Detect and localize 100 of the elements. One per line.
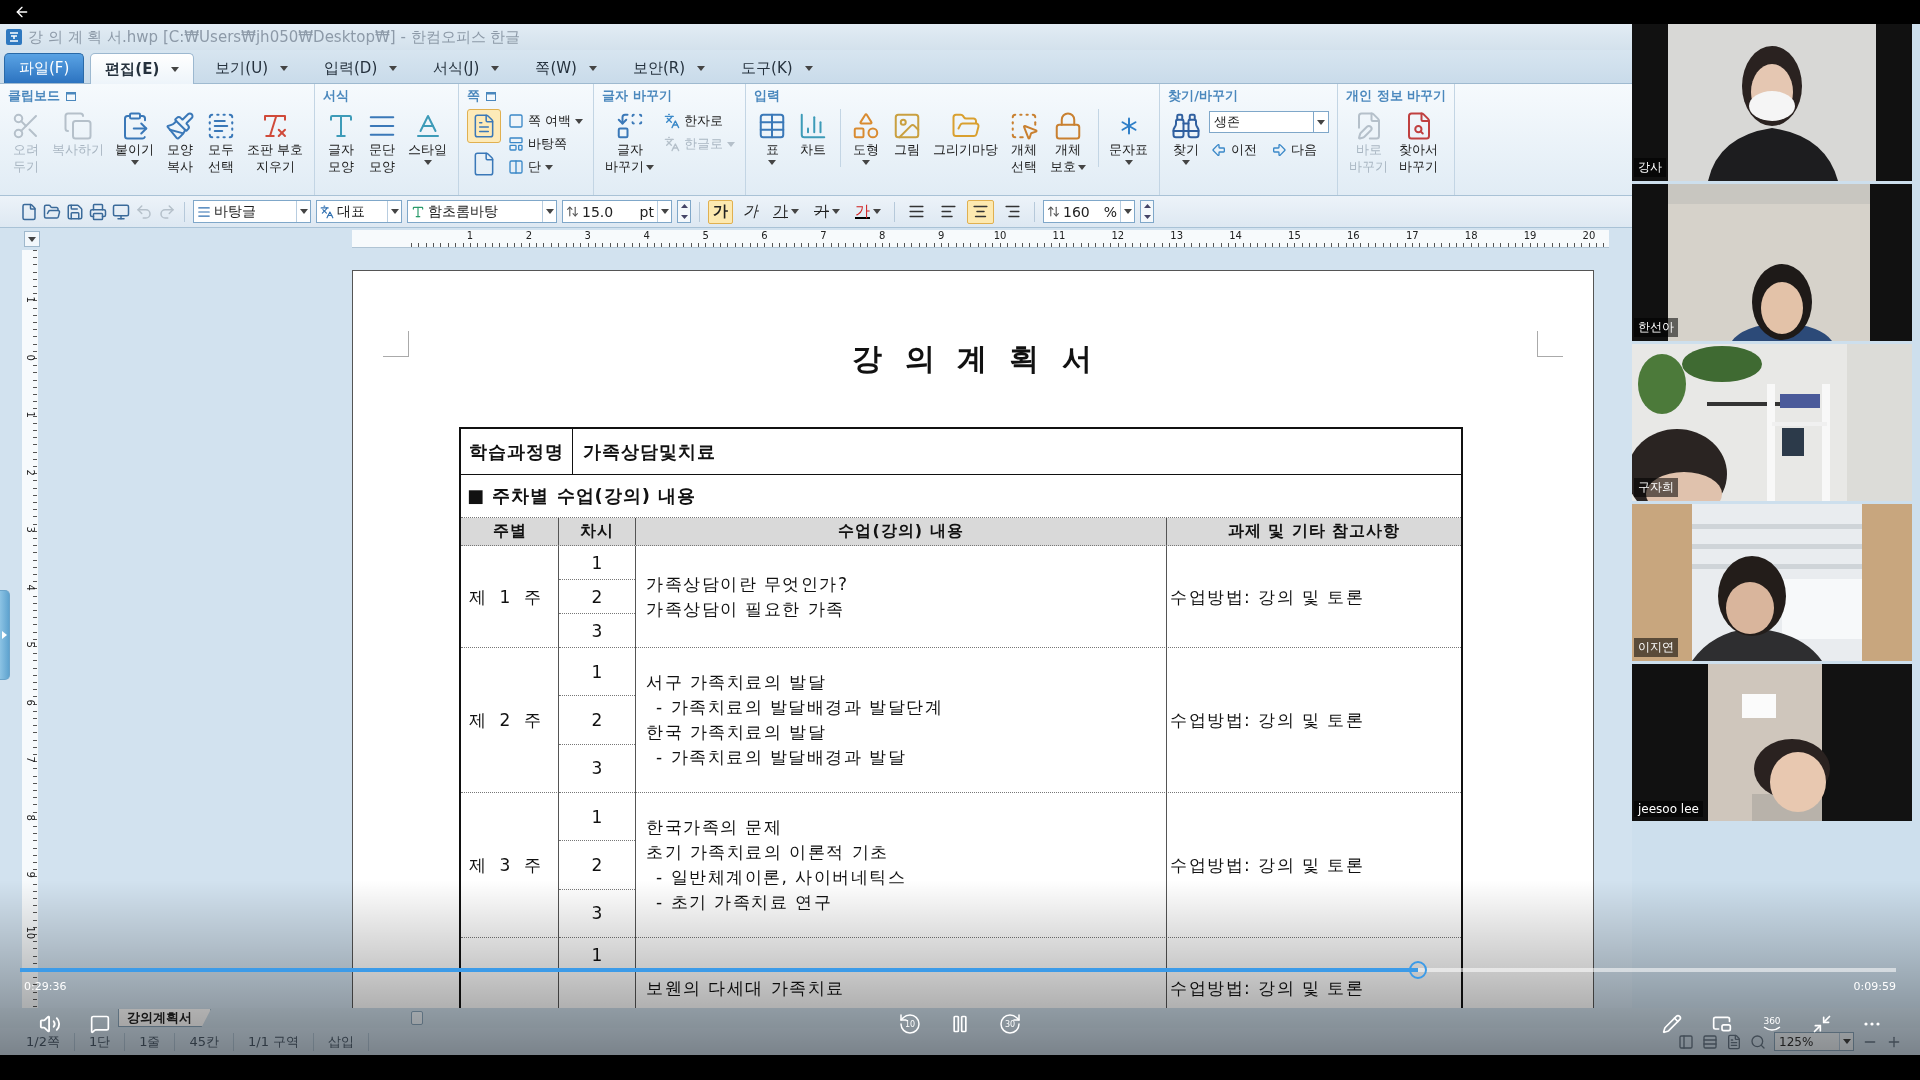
ribbon-small-button[interactable]: 쪽 여백 xyxy=(506,111,586,131)
print-button[interactable] xyxy=(89,202,107,221)
up-arrow-icon xyxy=(1143,204,1151,209)
ribbon-small-button[interactable]: 바탕쪽 xyxy=(506,134,586,154)
ruler-corner-button[interactable] xyxy=(24,231,40,247)
page-view-icon[interactable] xyxy=(1678,1033,1694,1050)
page-button[interactable] xyxy=(467,109,502,143)
ribbon-small-button[interactable]: 단 xyxy=(506,157,586,177)
table-cell-text: 한국 가족치료의 발달 xyxy=(646,721,828,745)
ribbon-button[interactable]: 그리기마당 xyxy=(930,109,1002,160)
object-select-icon xyxy=(1009,111,1040,141)
table-cell-text: - 가족치료의 발달배경과 발달 xyxy=(655,746,908,770)
font-dropdown[interactable]: 함초롬바탕 xyxy=(407,200,557,223)
rows-view-icon[interactable] xyxy=(1702,1033,1718,1050)
ribbon-button[interactable]: 모양 복사 xyxy=(162,109,198,177)
table-cell-text: 한국가족의 문제 xyxy=(646,816,784,840)
group-title: 쪽 xyxy=(467,87,481,105)
format-button[interactable]: 가 xyxy=(708,199,733,224)
ribbon-small-button[interactable]: 이전 xyxy=(1209,140,1260,160)
language-dropdown[interactable]: 대표 xyxy=(316,200,402,223)
caret-icon xyxy=(862,159,871,165)
caret-icon xyxy=(832,209,840,214)
status-item: 45칸 xyxy=(175,1032,235,1051)
corner-mark xyxy=(383,331,409,357)
ribbon-button[interactable]: 조판 부호 지우기 xyxy=(244,109,307,177)
caret-icon xyxy=(280,66,288,71)
ribbon-button[interactable]: 차트 xyxy=(795,109,832,160)
progress-handle[interactable] xyxy=(1408,961,1427,979)
style-dropdown[interactable]: 바탕글 xyxy=(193,200,311,223)
back-button[interactable] xyxy=(14,4,30,20)
arc-icon xyxy=(1763,1025,1781,1032)
save-icon xyxy=(66,202,84,221)
ribbon-button[interactable]: 개체 보호 xyxy=(1047,109,1090,177)
open-button[interactable] xyxy=(43,202,61,221)
group-title: 개인 정보 바꾸기 xyxy=(1346,87,1447,105)
menu-tab[interactable]: 쪽(W) xyxy=(520,53,612,83)
ribbon-button[interactable]: 도형 xyxy=(840,109,885,167)
table-cell: 제 2 주 xyxy=(461,648,559,793)
menu-tab[interactable]: 보안(R) xyxy=(617,53,721,83)
group-options-icon[interactable] xyxy=(486,91,497,101)
format-button[interactable]: 가 xyxy=(768,199,804,224)
ribbon-button[interactable]: 글자 모양 xyxy=(323,109,360,177)
ribbon-button[interactable]: 개체 선택 xyxy=(1006,109,1043,177)
ribbon-button[interactable]: 그림 xyxy=(889,109,926,160)
back-arrow-icon xyxy=(14,4,30,20)
group-options-icon[interactable] xyxy=(66,91,76,101)
ribbon-button[interactable]: 찾아서 바꾸기 xyxy=(1396,109,1442,177)
caret-icon xyxy=(389,66,398,71)
line-spacing-field[interactable]: 160 % xyxy=(1043,200,1135,223)
align-button[interactable] xyxy=(967,199,994,224)
panel-toggle[interactable] xyxy=(0,590,10,680)
ribbon-small-button[interactable]: 다음 xyxy=(1269,140,1320,160)
paintbrush-icon xyxy=(165,111,195,141)
caret-icon xyxy=(873,209,881,214)
pause-icon xyxy=(950,1014,970,1034)
table-cell: 1 xyxy=(559,546,635,580)
ribbon-button[interactable]: 글자 바꾸기 xyxy=(602,109,658,177)
column-header: 과제 및 기타 참고사항 xyxy=(1226,520,1402,542)
scrollbar-thumb[interactable] xyxy=(411,1011,423,1025)
ribbon-button[interactable]: 문자표 xyxy=(1098,109,1152,167)
preview-button[interactable] xyxy=(112,202,130,221)
ribbon-button[interactable]: 찾기 xyxy=(1168,109,1205,167)
menu-tab[interactable]: 서식(J) xyxy=(418,53,515,83)
save-button[interactable] xyxy=(66,202,84,221)
ribbon-button[interactable]: 스타일 xyxy=(405,109,451,167)
search-field[interactable]: 생존 xyxy=(1209,111,1314,133)
sheet-tab[interactable]: 강의계획서 xyxy=(118,1009,211,1027)
caret-icon xyxy=(390,209,399,214)
caret-icon xyxy=(791,209,799,214)
caret-icon xyxy=(1317,119,1326,125)
remaining-time: 0:09:59 xyxy=(1853,980,1896,993)
layout-icon xyxy=(508,136,525,152)
format-button[interactable]: 가 xyxy=(738,199,763,224)
app-icon xyxy=(6,29,22,45)
menu-tab[interactable]: 보기(U) xyxy=(200,53,303,83)
spin-button[interactable] xyxy=(677,200,691,223)
zoom-icon[interactable] xyxy=(1750,1033,1766,1050)
menu-tab[interactable]: 편집(E) xyxy=(90,53,195,84)
group-title: 입력 xyxy=(754,87,781,105)
page-icon[interactable] xyxy=(1726,1033,1742,1050)
caret-icon xyxy=(768,159,777,165)
draw-button[interactable] xyxy=(1660,1012,1684,1036)
format-button[interactable]: 가 xyxy=(809,199,845,224)
format-button[interactable]: 가 xyxy=(850,199,886,224)
font-size-field[interactable]: 15.0 pt xyxy=(562,200,672,223)
table-cell-text: 가족상담및치료 xyxy=(582,439,716,464)
zoom-dropdown[interactable]: 125% xyxy=(1774,1032,1854,1051)
ribbon-small-button[interactable]: 한자로 xyxy=(662,111,738,131)
ribbon-button[interactable]: 붙이기 xyxy=(112,109,157,167)
menu-tab[interactable]: 입력(D) xyxy=(309,53,413,83)
ribbon-button[interactable]: 모두 선택 xyxy=(203,109,239,177)
ribbon-button[interactable]: 문단 모양 xyxy=(364,109,401,177)
table-cell: 수업방법: 강의 및 토론 xyxy=(1170,977,1365,1000)
ribbon-button[interactable]: 표 xyxy=(754,109,791,167)
menu-tab[interactable]: 도구(K) xyxy=(726,53,828,83)
spin-button[interactable] xyxy=(1140,200,1154,223)
caret-icon xyxy=(423,159,432,165)
menu-tab[interactable]: 파일(F) xyxy=(4,53,85,83)
dropdown-button[interactable] xyxy=(1313,111,1330,133)
new-file-button[interactable] xyxy=(20,202,38,221)
